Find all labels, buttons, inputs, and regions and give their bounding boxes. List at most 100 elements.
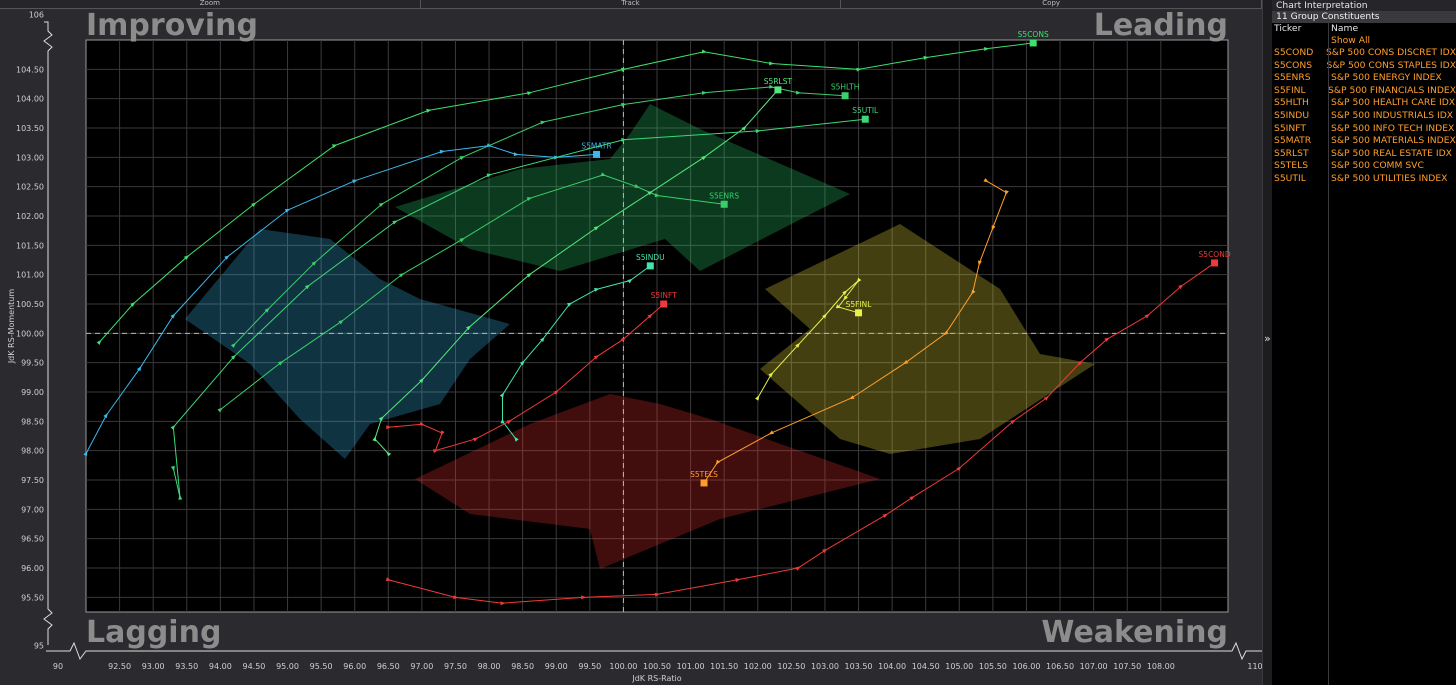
x-tick-label: 99.00	[545, 662, 568, 671]
x-tick-label: 96.00	[343, 662, 366, 671]
list-item[interactable]: S5HLTH S&P 500 HEALTH CARE IDX	[1272, 97, 1456, 110]
quadrant-label-lagging: Lagging	[86, 615, 221, 650]
y-tick-label: 95.50	[21, 593, 44, 602]
x-tick-label: 105.50	[979, 662, 1007, 671]
column-divider	[1328, 23, 1329, 685]
x-tick-label: 106.50	[1046, 662, 1074, 671]
show-all-link[interactable]: Show All	[1272, 35, 1456, 47]
series-label: S5UTIL	[852, 106, 879, 115]
ticker-cell: S5TELS	[1274, 160, 1309, 172]
y-tick-label: 101.50	[16, 241, 44, 250]
series-label: S5ENRS	[709, 191, 739, 200]
y-tick-label: 104.50	[16, 65, 44, 74]
name-cell: S&P 500 CONS STAPLES IDX	[1326, 59, 1456, 71]
x-tick-label: 103.00	[811, 662, 839, 671]
x-tick-label: 103.50	[845, 662, 873, 671]
x-tick-label: 105.00	[945, 662, 973, 671]
constituent-count: 11 Group Constituents	[1272, 11, 1456, 23]
ticker-cell: S5INDU	[1274, 109, 1310, 121]
series-label: S5INDU	[636, 253, 665, 262]
x-tick-label: 93.00	[142, 662, 165, 671]
list-item[interactable]: S5CONS S&P 500 CONS STAPLES IDX	[1272, 60, 1456, 73]
x-tick-label: 93.50	[175, 662, 198, 671]
list-item[interactable]: S5COND S&P 500 CONS DISCRET IDX	[1272, 47, 1456, 60]
y-tick-label: 101.00	[16, 271, 44, 280]
ticker-cell: S5RLST	[1274, 147, 1309, 159]
series-head-point	[841, 92, 849, 100]
quadrant-label-leading: Leading	[1094, 9, 1228, 43]
x-tick-label: 104.50	[912, 662, 940, 671]
list-item[interactable]: S5FINL S&P 500 FINANCIALS INDEX	[1272, 85, 1456, 98]
x-tick-label: 99.50	[578, 662, 601, 671]
name-cell: S&P 500 COMM SVC	[1331, 160, 1424, 172]
series-head-point	[774, 86, 782, 94]
x-axis-min-label: 90	[53, 662, 63, 671]
series-label: S5FINL	[846, 300, 873, 309]
ticker-cell: S5FINL	[1274, 84, 1306, 96]
rrg-chart[interactable]: Improving Leading Lagging Weakening 106 95 90 1…	[0, 9, 1262, 685]
x-tick-label: 107.50	[1113, 662, 1141, 671]
x-tick-label: 100.50	[643, 662, 671, 671]
series-head-point	[660, 300, 668, 308]
expand-arrow-icon[interactable]: »	[1264, 332, 1271, 345]
series-label: S5TELS	[690, 470, 718, 479]
x-tick-label: 104.00	[878, 662, 906, 671]
name-cell: S&P 500 REAL ESTATE IDX	[1331, 147, 1452, 159]
list-item[interactable]: S5TELS S&P 500 COMM SVC	[1272, 160, 1456, 173]
zoom-button[interactable]: Zoom	[0, 0, 421, 8]
track-button[interactable]: Track	[421, 0, 842, 8]
list-item[interactable]: S5ENRS S&P 500 ENERGY INDEX	[1272, 72, 1456, 85]
x-tick-label: 102.00	[744, 662, 772, 671]
y-tick-label: 102.50	[16, 183, 44, 192]
y-axis-max-label: 106	[29, 11, 44, 20]
x-tick-label: 102.50	[777, 662, 805, 671]
table-header: Ticker Name	[1272, 23, 1456, 35]
y-tick-label: 96.00	[21, 564, 44, 573]
x-tick-label: 94.50	[242, 662, 265, 671]
y-tick-label: 104.00	[16, 95, 44, 104]
ticker-cell: S5HLTH	[1274, 97, 1309, 109]
ticker-cell: S5ENRS	[1274, 72, 1311, 84]
x-axis-title: JdK RS-Ratio	[631, 674, 681, 683]
series-label: S5COND	[1199, 250, 1231, 259]
ticker-cell: S5CONS	[1274, 59, 1313, 71]
y-tick-label: 99.00	[21, 388, 44, 397]
y-tick-label: 98.00	[21, 447, 44, 456]
series-head-point	[593, 150, 601, 158]
list-item[interactable]: S5UTIL S&P 500 UTILITIES INDEX	[1272, 173, 1456, 186]
x-tick-label: 94.00	[209, 662, 232, 671]
toolbar: Zoom Track Copy	[0, 0, 1263, 9]
list-item[interactable]: S5INFT S&P 500 INFO TECH INDEX	[1272, 123, 1456, 136]
constituents-table: Ticker Name Show All S5COND S&P 500 CONS …	[1272, 23, 1456, 685]
x-tick-label: 95.00	[276, 662, 299, 671]
x-tick-label: 92.50	[108, 662, 131, 671]
x-tick-label: 98.50	[511, 662, 534, 671]
series-head-point	[1029, 39, 1037, 47]
series-head-point	[861, 115, 869, 123]
name-cell: S&P 500 UTILITIES INDEX	[1331, 172, 1448, 184]
x-tick-label: 101.00	[677, 662, 705, 671]
x-tick-label: 101.50	[710, 662, 738, 671]
x-tick-label: 108.00	[1147, 662, 1175, 671]
list-item[interactable]: S5INDU S&P 500 INDUSTRIALS IDX	[1272, 110, 1456, 123]
ticker-cell: S5MATR	[1274, 135, 1312, 147]
copy-button[interactable]: Copy	[841, 0, 1263, 8]
y-tick-label: 102.00	[16, 212, 44, 221]
series-head-point	[700, 479, 708, 487]
series-label: S5HLTH	[831, 83, 860, 92]
name-cell: S&P 500 FINANCIALS INDEX	[1328, 84, 1456, 96]
list-item[interactable]: S5RLST S&P 500 REAL ESTATE IDX	[1272, 148, 1456, 161]
ticker-column-header[interactable]: Ticker	[1272, 23, 1328, 35]
quadrant-label-improving: Improving	[86, 9, 258, 43]
name-cell: S&P 500 CONS DISCRET IDX	[1325, 47, 1456, 58]
series-label: S5INFT	[651, 291, 678, 300]
name-column-header[interactable]: Name	[1328, 23, 1358, 35]
y-axis-line	[43, 21, 53, 645]
y-tick-label: 96.50	[21, 535, 44, 544]
series-head-point	[1211, 259, 1219, 267]
name-cell: S&P 500 MATERIALS INDEX	[1331, 135, 1456, 147]
series-head-point	[646, 262, 654, 270]
quadrant-label-weakening: Weakening	[1041, 615, 1228, 650]
list-item[interactable]: S5MATR S&P 500 MATERIALS INDEX	[1272, 135, 1456, 148]
x-axis-max-label: 110	[1247, 662, 1262, 671]
